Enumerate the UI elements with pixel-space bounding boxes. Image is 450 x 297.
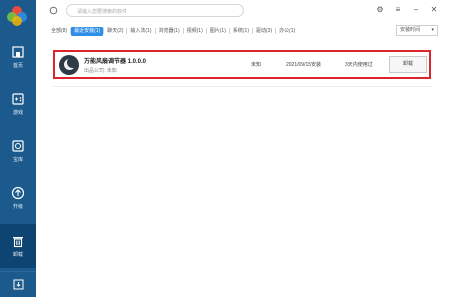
sort-dropdown[interactable]: 安装时间 ▾: [396, 25, 438, 36]
tab-chat[interactable]: 聊天(2): [104, 27, 126, 36]
tab-browser[interactable]: 浏览器(1): [156, 27, 183, 36]
menu-icon[interactable]: ≡: [393, 5, 403, 15]
chevron-down-icon: ▾: [431, 27, 434, 33]
sidebar-item-upgrade[interactable]: 升级: [0, 178, 36, 218]
sidebar-item-label: 升级: [12, 204, 23, 210]
tab-video[interactable]: 视频(1): [184, 27, 206, 36]
minimize-icon[interactable]: –: [411, 5, 421, 15]
search-placeholder: 请输入您要搜索的软件: [77, 9, 128, 15]
app-icon: [59, 55, 79, 75]
uninstall-button[interactable]: 卸载: [389, 56, 427, 73]
vault-icon: [12, 140, 24, 152]
tab-system[interactable]: 系统(1): [230, 27, 252, 36]
usage-status: 3天内使用过: [345, 62, 373, 68]
download-manager-button[interactable]: [0, 271, 36, 297]
download-icon: [13, 279, 23, 290]
tab-office[interactable]: 办公(1): [276, 27, 298, 36]
app-publisher: 出品公司: 未知: [84, 68, 117, 74]
gamepad-icon: [12, 93, 24, 105]
sort-label: 安装时间: [400, 27, 421, 33]
tab-driver[interactable]: 驱动(3): [253, 27, 275, 36]
install-date: 2021/09/15安装: [286, 62, 322, 68]
app-size: 未知: [251, 62, 262, 68]
sidebar-item-games[interactable]: 游戏: [0, 84, 36, 124]
sidebar-item-label: 游戏: [12, 110, 23, 116]
trash-icon: [13, 237, 23, 248]
settings-icon[interactable]: ⚙: [375, 5, 385, 15]
sidebar-item-home[interactable]: 首页: [0, 37, 36, 77]
tab-image[interactable]: 图片(1): [207, 27, 229, 36]
sidebar-item-label: 卸载: [12, 252, 23, 258]
sidebar: 首页 游戏 宝库 升级 卸载: [0, 0, 36, 297]
app-row: 万能风扇调节器 1.0.0.0 出品公司: 未知 未知 2021/09/15安装…: [53, 50, 431, 79]
sidebar-item-vault[interactable]: 宝库: [0, 131, 36, 171]
tab-input-method[interactable]: 输入法(1): [127, 27, 154, 36]
tab-all[interactable]: 全部(8): [48, 27, 70, 36]
home-icon: [12, 46, 24, 58]
refresh-icon[interactable]: [49, 6, 58, 15]
app-logo-icon: [7, 6, 27, 26]
tab-recent[interactable]: 最近安装(1): [71, 26, 104, 36]
top-bar: 请输入您要搜索的软件 ⚙ ≡ – ✕: [36, 0, 450, 22]
sidebar-item-label: 首页: [12, 63, 23, 69]
close-icon[interactable]: ✕: [429, 5, 439, 15]
sidebar-item-label: 宝库: [12, 157, 23, 163]
search-input[interactable]: 请输入您要搜索的软件: [66, 4, 244, 17]
upgrade-icon: [11, 186, 25, 200]
list-divider: [53, 86, 433, 87]
app-name: 万能风扇调节器 1.0.0.0: [84, 59, 147, 65]
category-tabs: 全部(8) 最近安装(1) 聊天(2) 输入法(1) 浏览器(1) 视频(1) …: [48, 26, 298, 36]
sidebar-item-uninstall[interactable]: 卸载: [0, 224, 36, 268]
